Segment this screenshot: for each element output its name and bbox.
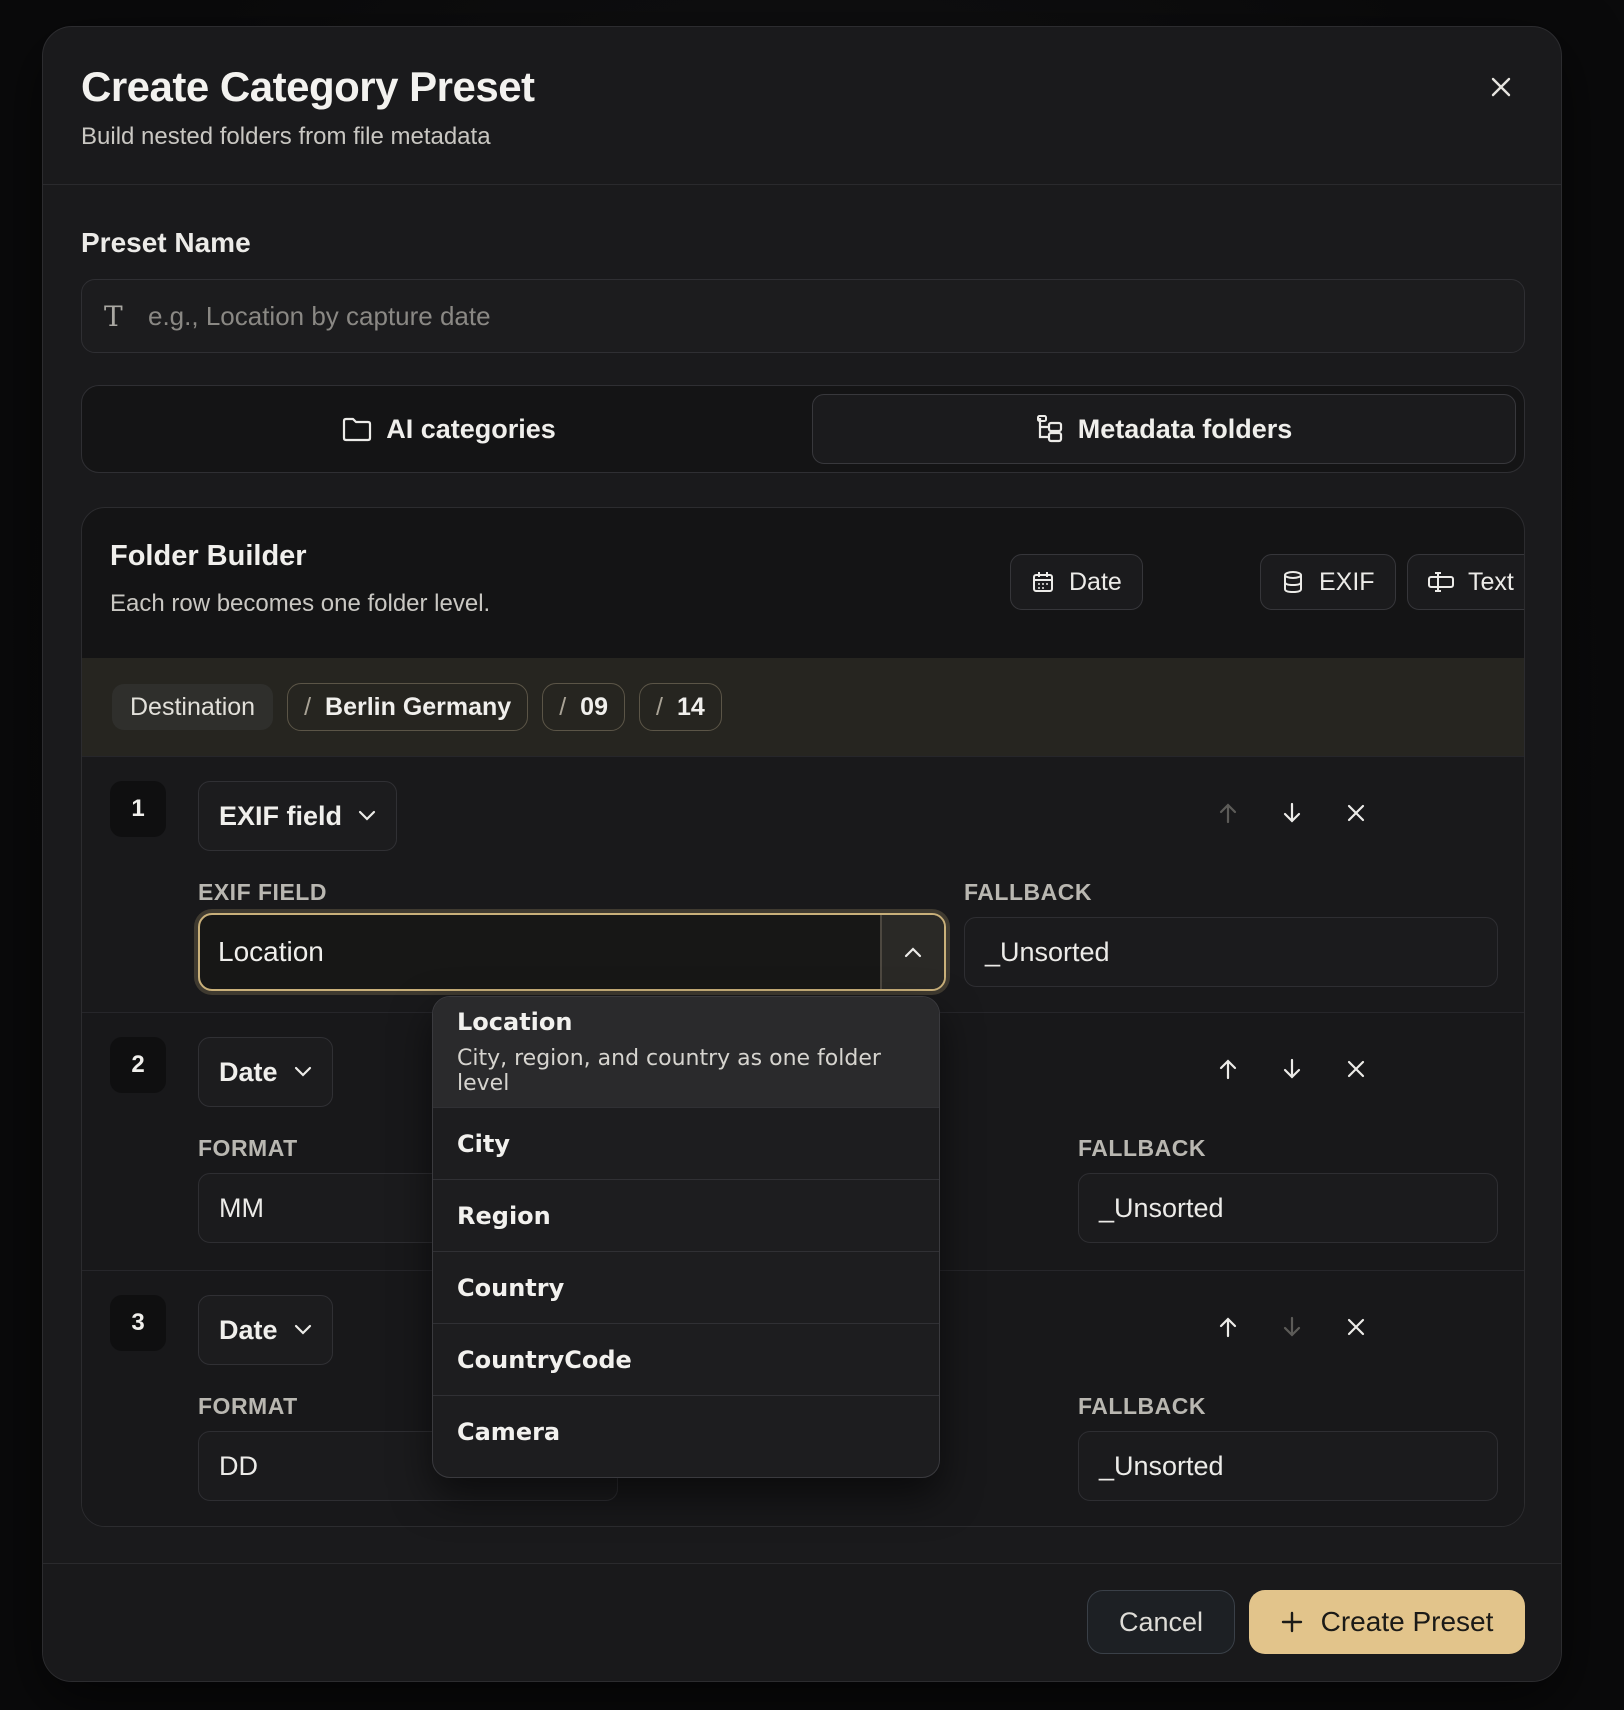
folder-level-row: 1 EXIF field EXIF FIELD Location FALLBAC… — [82, 756, 1524, 1012]
segment-label: 09 — [580, 692, 608, 721]
move-up-button[interactable] — [1208, 793, 1248, 833]
database-icon — [1284, 571, 1302, 594]
level-type-value: Date — [219, 1056, 278, 1087]
close-icon — [1347, 804, 1365, 822]
destination-segment: / 14 — [638, 683, 722, 731]
destination-segment: / Berlin Germany — [287, 683, 529, 731]
destination-label: Destination — [112, 684, 274, 730]
preset-name-field[interactable]: T — [81, 279, 1525, 353]
add-date-button[interactable]: Date — [1010, 554, 1143, 610]
plus-icon — [1281, 1611, 1302, 1633]
dropdown-option[interactable]: Country — [433, 1251, 939, 1323]
mode-tabs: AI categories Metadata folders — [81, 385, 1525, 473]
fallback-input[interactable]: _Unsorted — [1078, 1431, 1498, 1501]
remove-level-button[interactable] — [1336, 1049, 1376, 1089]
tab-metadata-folders[interactable]: Metadata folders — [812, 394, 1516, 464]
dialog-subtitle: Build nested folders from file metadata — [81, 123, 491, 150]
preset-name-label: Preset Name — [81, 227, 251, 258]
move-up-button[interactable] — [1208, 1307, 1248, 1347]
level-type-value: EXIF field — [219, 800, 343, 831]
destination-segment: / 09 — [542, 683, 625, 731]
exif-field-dropdown: Location City, region, and country as on… — [432, 996, 940, 1478]
arrow-up-icon — [1219, 1317, 1237, 1338]
path-separator: / — [559, 692, 567, 721]
fallback-input[interactable]: _Unsorted — [1078, 1173, 1498, 1243]
destination-preview: Destination / Berlin Germany / 09 / 14 — [82, 658, 1524, 756]
remove-level-button[interactable] — [1336, 1307, 1376, 1347]
tab-ai-categories-label: AI categories — [386, 413, 556, 444]
add-exif-label: EXIF — [1319, 567, 1375, 596]
folder-icon — [343, 417, 372, 442]
option-description: City, region, and country as one folder … — [457, 1046, 881, 1096]
preset-name-input[interactable] — [148, 300, 1448, 332]
text-type-icon: T — [104, 299, 123, 333]
option-label: Location — [457, 1008, 573, 1036]
folder-builder-title: Folder Builder — [110, 540, 307, 572]
dropdown-option[interactable]: City — [433, 1107, 939, 1179]
segment-label: 14 — [676, 692, 705, 721]
add-exif-button[interactable]: EXIF — [1260, 554, 1396, 610]
close-icon — [1491, 77, 1511, 97]
create-preset-button[interactable]: Create Preset — [1249, 1590, 1525, 1654]
fallback-label: FALLBACK — [964, 879, 1092, 905]
folder-tree-icon — [1036, 415, 1062, 443]
exif-field-select[interactable]: Location — [198, 913, 946, 991]
chevron-down-icon — [294, 1066, 311, 1077]
dialog-header: Create Category Preset Build nested fold… — [43, 27, 1561, 185]
level-type-select[interactable]: EXIF field — [198, 781, 398, 851]
segment-label: Berlin Germany — [325, 692, 512, 721]
remove-level-button[interactable] — [1336, 793, 1376, 833]
format-label: FORMAT — [198, 1135, 298, 1161]
dropdown-option-selected[interactable]: Location City, region, and country as on… — [433, 997, 939, 1107]
add-date-label: Date — [1069, 567, 1122, 596]
move-down-button[interactable] — [1272, 1307, 1312, 1347]
chevron-down-icon — [358, 810, 376, 821]
dropdown-option[interactable]: Region — [433, 1179, 939, 1251]
arrow-down-icon — [1283, 1316, 1301, 1337]
dialog-footer: Cancel Create Preset — [43, 1563, 1561, 1681]
level-number: 2 — [110, 1037, 166, 1093]
fallback-label: FALLBACK — [1078, 1393, 1206, 1419]
calendar-icon — [1033, 572, 1053, 592]
arrow-up-icon — [1219, 1059, 1237, 1080]
dropdown-option[interactable]: CountryCode — [433, 1323, 939, 1395]
close-icon — [1347, 1060, 1365, 1078]
exif-field-toggle[interactable] — [880, 915, 944, 989]
arrow-up-icon — [1219, 803, 1237, 824]
level-number: 3 — [110, 1295, 166, 1351]
dropdown-option[interactable]: Camera — [433, 1395, 939, 1467]
exif-field-label: EXIF FIELD — [198, 879, 327, 905]
text-cursor-icon — [1428, 572, 1454, 592]
chevron-up-icon — [904, 947, 922, 958]
close-button[interactable] — [1481, 67, 1521, 107]
move-down-button[interactable] — [1272, 1049, 1312, 1089]
level-type-select[interactable]: Date — [198, 1295, 333, 1365]
exif-field-value: Location — [218, 936, 324, 967]
folder-builder-subtitle: Each row becomes one folder level. — [110, 590, 491, 617]
chevron-down-icon — [294, 1324, 311, 1335]
format-label: FORMAT — [198, 1393, 298, 1419]
create-preset-label: Create Preset — [1320, 1606, 1494, 1637]
fallback-label: FALLBACK — [1078, 1135, 1206, 1161]
cancel-button[interactable]: Cancel — [1087, 1590, 1235, 1654]
tab-metadata-folders-label: Metadata folders — [1077, 413, 1293, 444]
add-text-label: Text — [1468, 567, 1514, 596]
level-type-value: Date — [219, 1314, 278, 1345]
fallback-input[interactable]: _Unsorted — [964, 917, 1498, 987]
dialog-title: Create Category Preset — [81, 63, 535, 110]
tab-ai-categories[interactable]: AI categories — [90, 394, 808, 464]
arrow-down-icon — [1283, 1058, 1301, 1079]
level-type-select[interactable]: Date — [198, 1037, 333, 1107]
move-up-button[interactable] — [1208, 1049, 1248, 1089]
add-text-button[interactable]: Text — [1407, 554, 1524, 610]
close-icon — [1347, 1318, 1365, 1336]
level-number: 1 — [110, 781, 166, 837]
move-down-button[interactable] — [1272, 793, 1312, 833]
arrow-down-icon — [1283, 802, 1301, 823]
path-separator: / — [304, 692, 312, 721]
path-separator: / — [655, 692, 663, 721]
